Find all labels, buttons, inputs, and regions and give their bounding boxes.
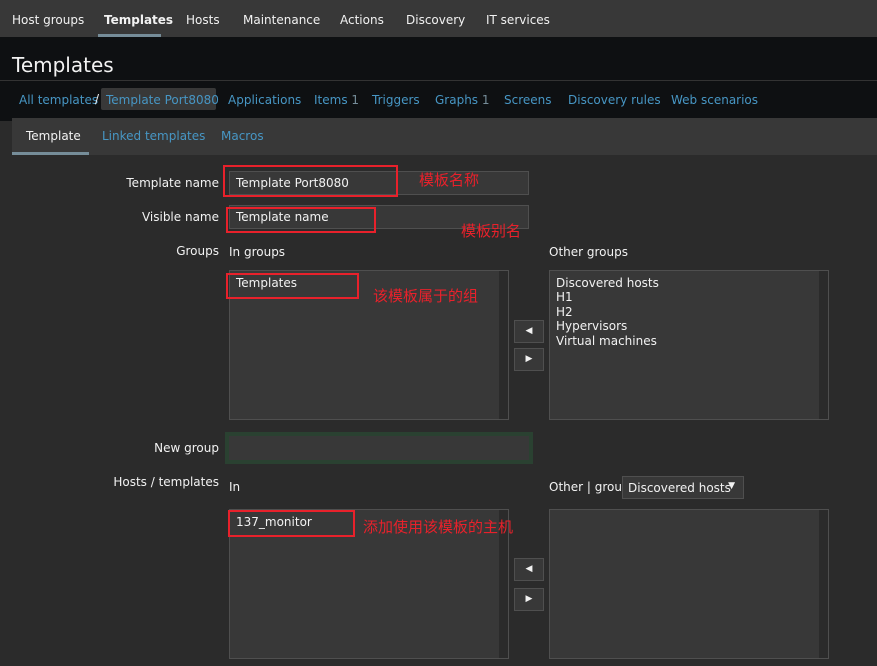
active-tab-indicator xyxy=(12,152,89,155)
move-left-button[interactable]: ◀ xyxy=(514,320,544,343)
nav-hosts[interactable]: Hosts xyxy=(186,13,220,27)
scrollbar[interactable] xyxy=(819,510,828,658)
nav-host-groups[interactable]: Host groups xyxy=(12,13,84,27)
scrollbar[interactable] xyxy=(499,271,508,419)
graphs-count: 1 xyxy=(481,93,490,107)
link-triggers[interactable]: Triggers xyxy=(372,93,420,107)
form-tabs: Template Linked templates Macros xyxy=(12,118,877,155)
arrow-right-icon: ▶ xyxy=(525,594,533,604)
visible-name-label: Visible name xyxy=(141,210,219,224)
link-items[interactable]: Items 1 xyxy=(314,93,359,107)
top-navigation: Host groups Templates Hosts Maintenance … xyxy=(0,0,877,37)
in-groups-label: In groups xyxy=(229,245,286,259)
other-group-option[interactable]: Hypervisors xyxy=(556,319,627,333)
scrollbar[interactable] xyxy=(819,271,828,419)
breadcrumb-all-templates[interactable]: All templates xyxy=(19,93,98,107)
groups-label: Groups xyxy=(176,244,219,258)
template-name-label: Template name xyxy=(126,176,219,190)
other-groups-label: Other groups xyxy=(549,245,628,259)
nav-templates[interactable]: Templates xyxy=(104,13,173,27)
other-group-option[interactable]: Discovered hosts xyxy=(556,276,659,290)
link-discovery-rules[interactable]: Discovery rules xyxy=(568,93,661,107)
nav-actions[interactable]: Actions xyxy=(340,13,384,27)
hosts-templates-label: Hosts / templates xyxy=(113,475,219,489)
nav-maintenance[interactable]: Maintenance xyxy=(243,13,320,27)
highlight-groups xyxy=(226,273,359,299)
template-form-panel: Template Linked templates Macros Templat… xyxy=(12,118,877,666)
tab-linked-templates[interactable]: Linked templates xyxy=(102,129,205,143)
in-hosts-label: In xyxy=(229,480,241,494)
other-group-option[interactable]: H1 xyxy=(556,290,573,304)
nav-discovery[interactable]: Discovery xyxy=(406,13,465,27)
breadcrumb: All templates / Template Port8080 Applic… xyxy=(0,81,877,121)
tab-macros[interactable]: Macros xyxy=(221,129,264,143)
breadcrumb-separator: / xyxy=(95,92,100,106)
annotation-hosts: 添加使用该模板的主机 xyxy=(363,518,514,536)
link-graphs[interactable]: Graphs 1 xyxy=(435,93,490,107)
page-header: Templates All templates / Template Port8… xyxy=(0,37,877,121)
link-screens[interactable]: Screens xyxy=(504,93,552,107)
other-group-select[interactable]: Discovered hosts ▼ xyxy=(622,476,744,499)
link-web-scenarios[interactable]: Web scenarios xyxy=(671,93,758,107)
other-groups-list[interactable]: Discovered hosts H1 H2 Hypervisors Virtu… xyxy=(549,270,829,420)
new-group-input[interactable] xyxy=(225,432,533,464)
breadcrumb-current-template[interactable]: Template Port8080 xyxy=(101,88,219,110)
items-count: 1 xyxy=(351,93,360,107)
tab-template[interactable]: Template xyxy=(26,129,81,143)
highlight-visible-name xyxy=(226,207,376,233)
move-host-left-button[interactable]: ◀ xyxy=(514,558,544,581)
page-title: Templates xyxy=(12,53,114,77)
arrow-right-icon: ▶ xyxy=(525,354,533,364)
annotation-visible-name: 模板别名 xyxy=(461,222,522,240)
highlight-hosts xyxy=(228,510,355,537)
other-group-option[interactable]: Virtual machines xyxy=(556,334,657,348)
annotation-template-name: 模板名称 xyxy=(419,171,480,189)
move-right-button[interactable]: ▶ xyxy=(514,348,544,371)
nav-it-services[interactable]: IT services xyxy=(486,13,550,27)
other-hosts-list[interactable] xyxy=(549,509,829,659)
highlight-template-name xyxy=(223,165,398,197)
move-host-right-button[interactable]: ▶ xyxy=(514,588,544,611)
other-group-select-value: Discovered hosts xyxy=(628,481,731,495)
arrow-left-icon: ◀ xyxy=(525,564,533,574)
other-group-option[interactable]: H2 xyxy=(556,305,573,319)
other-group-label: Other | group xyxy=(549,480,630,494)
arrow-left-icon: ◀ xyxy=(525,326,533,336)
link-applications[interactable]: Applications xyxy=(228,93,301,107)
new-group-label: New group xyxy=(154,441,219,455)
chevron-down-icon: ▼ xyxy=(728,481,735,491)
annotation-groups: 该模板属于的组 xyxy=(373,287,479,305)
